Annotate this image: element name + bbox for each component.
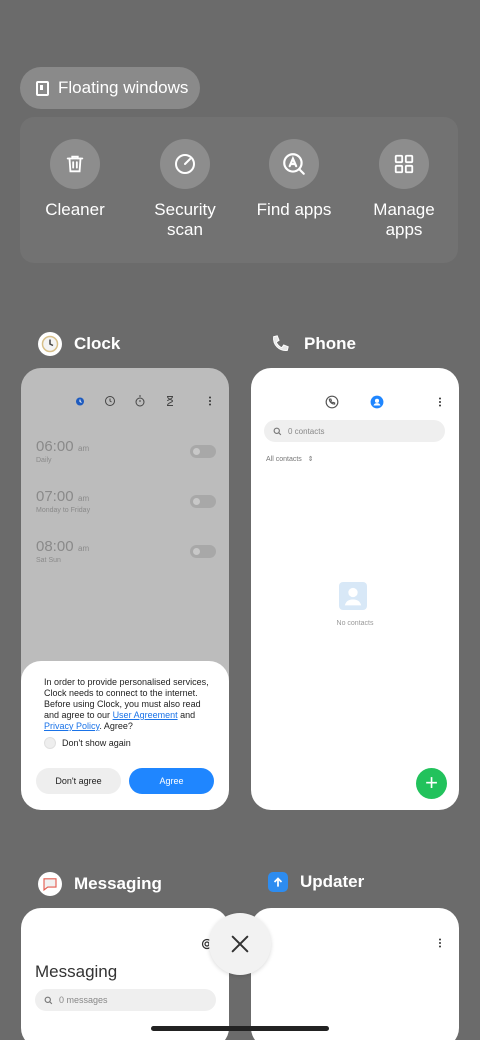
consent-dialog: In order to provide personalised service… — [21, 661, 229, 810]
clock-toolbar — [71, 395, 221, 409]
contact-placeholder-icon — [339, 582, 367, 610]
dont-show-again-checkbox[interactable] — [44, 737, 56, 749]
close-icon — [231, 935, 249, 953]
updater-app-card[interactable] — [251, 908, 459, 1040]
contacts-tab-icon[interactable] — [370, 395, 384, 409]
clear-all-button[interactable] — [209, 913, 271, 975]
updater-app-icon — [268, 872, 288, 892]
messaging-title: Messaging — [74, 874, 162, 893]
chevron-updown-icon: ⇕ — [307, 456, 314, 463]
contacts-search-placeholder: 0 contacts — [288, 426, 325, 436]
clock-title: Clock — [74, 334, 121, 353]
add-contact-button[interactable]: + — [416, 768, 447, 799]
no-contacts-text: No contacts — [336, 620, 374, 627]
manage-apps-button[interactable]: Manage apps — [349, 139, 459, 240]
plus-icon: + — [425, 770, 438, 795]
find-apps-icon — [283, 153, 305, 175]
consent-text: In order to provide personalised service… — [44, 677, 209, 731]
alarm-toggle[interactable] — [190, 445, 216, 458]
alarm-row[interactable]: 07:00 am Monday to Friday — [36, 488, 216, 514]
messaging-app-icon — [38, 872, 62, 896]
alarm-time: 07:00 — [36, 488, 74, 505]
contacts-search-input[interactable]: 0 contacts — [264, 420, 445, 442]
manage-apps-label: Manage apps — [373, 200, 435, 239]
messages-search-placeholder: 0 messages — [59, 995, 108, 1005]
alarm-time: 08:00 — [36, 538, 74, 555]
stopwatch-tab-icon[interactable] — [134, 395, 146, 407]
contacts-filter-label: All contacts — [266, 456, 302, 463]
updater-title: Updater — [300, 872, 365, 891]
floating-window-icon — [36, 80, 49, 96]
floating-windows-button[interactable]: Floating windows — [20, 67, 200, 109]
timer-tab-icon[interactable] — [164, 395, 176, 407]
alarm-toggle[interactable] — [190, 495, 216, 508]
privacy-policy-link[interactable]: Privacy Policy — [44, 721, 99, 731]
phone-app-icon — [268, 332, 292, 356]
alarm-time: 06:00 — [36, 438, 74, 455]
alarm-tab-icon[interactable] — [74, 395, 86, 407]
alarm-ampm: am — [78, 494, 90, 503]
messaging-app-card[interactable]: Messaging 0 messages — [21, 908, 229, 1040]
messages-search-input[interactable]: 0 messages — [35, 989, 216, 1011]
phone-app-card[interactable]: 0 contacts All contacts ⇕ No contacts + — [251, 368, 459, 810]
manage-apps-icon — [394, 154, 414, 174]
alarm-repeat: Daily — [36, 457, 52, 464]
alarm-toggle[interactable] — [190, 545, 216, 558]
world-clock-tab-icon[interactable] — [104, 395, 116, 407]
security-scan-button[interactable]: Security scan — [130, 139, 240, 240]
messaging-header: Messaging — [35, 962, 118, 981]
search-icon — [44, 996, 53, 1004]
clock-card-title: Clock — [38, 332, 120, 356]
contacts-filter-dropdown[interactable]: All contacts ⇕ — [266, 455, 314, 463]
phone-more-icon[interactable] — [434, 396, 446, 408]
user-agreement-link[interactable]: User Agreement — [113, 710, 178, 720]
trash-icon — [66, 155, 84, 173]
home-indicator[interactable] — [151, 1026, 329, 1031]
clock-app-icon — [38, 332, 62, 356]
phone-card-title: Phone — [268, 332, 356, 356]
clock-more-icon[interactable] — [204, 395, 216, 407]
quick-tools-panel: Cleaner Security scan Find apps Manage a… — [20, 117, 458, 263]
cleaner-label: Cleaner — [45, 200, 105, 219]
alarm-ampm: am — [78, 544, 90, 553]
recents-tab-icon[interactable] — [325, 395, 339, 409]
floating-windows-label: Floating windows — [58, 78, 189, 97]
alarm-repeat: Sat Sun — [36, 557, 61, 564]
find-apps-label: Find apps — [256, 200, 332, 219]
search-icon — [273, 427, 282, 435]
cleaner-button[interactable]: Cleaner — [20, 139, 130, 220]
agree-button[interactable]: Agree — [129, 768, 214, 794]
phone-title: Phone — [304, 334, 356, 353]
updater-card-title: Updater — [268, 872, 364, 892]
dont-show-again-label: Don't show again — [62, 738, 131, 748]
alarm-ampm: am — [78, 444, 90, 453]
dont-show-again-row[interactable]: Don't show again — [44, 737, 213, 749]
alarm-row[interactable]: 08:00 am Sat Sun — [36, 538, 216, 564]
security-scan-label: Security scan — [154, 200, 216, 239]
messaging-card-title: Messaging — [38, 872, 162, 896]
dont-agree-button[interactable]: Don't agree — [36, 768, 121, 794]
find-apps-button[interactable]: Find apps — [239, 139, 349, 220]
alarm-repeat: Monday to Friday — [36, 507, 91, 514]
clock-app-card[interactable]: 06:00 am Daily 07:00 am Monday to Friday… — [21, 368, 229, 810]
security-scan-icon — [175, 154, 195, 174]
updater-more-icon[interactable] — [434, 937, 446, 949]
alarm-row[interactable]: 06:00 am Daily — [36, 438, 216, 464]
